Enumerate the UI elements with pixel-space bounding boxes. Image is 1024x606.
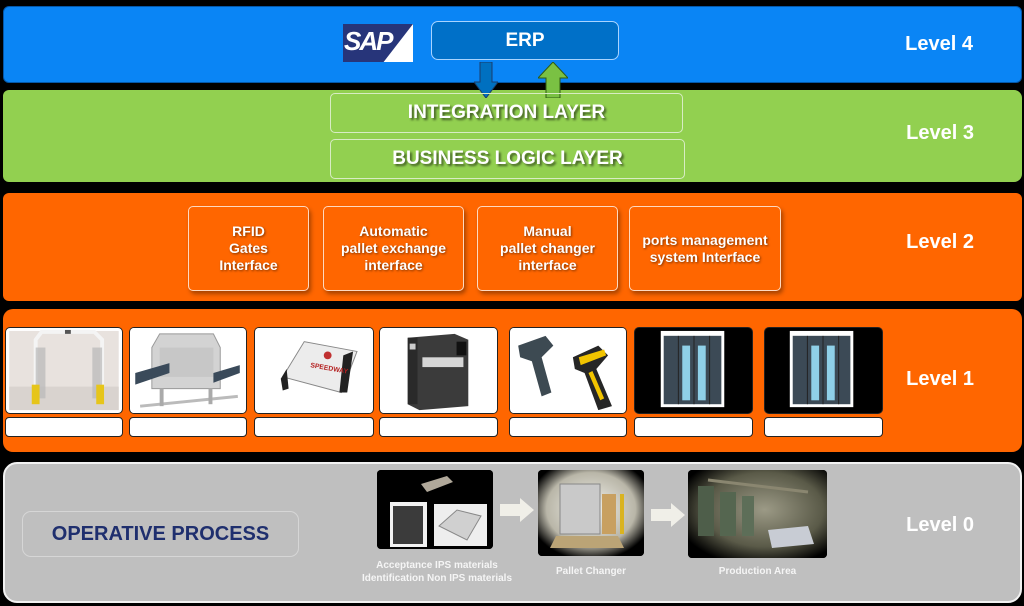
integration-layer-box[interactable]: INTEGRATION LAYER bbox=[330, 93, 683, 133]
rfid-reader-device[interactable]: SPEEDWAY bbox=[254, 327, 374, 414]
level-3-label: Level 3 bbox=[906, 122, 974, 144]
pallet-changer-caption: Pallet Changer bbox=[555, 566, 627, 577]
rfid-reader-icon: SPEEDWAY bbox=[255, 328, 373, 413]
process-arrow-icon bbox=[500, 498, 534, 522]
acceptance-devices-photo[interactable] bbox=[377, 470, 493, 549]
device-caption bbox=[764, 417, 883, 437]
plc-controller-icon bbox=[789, 330, 854, 408]
operative-process-box[interactable]: OPERATIVE PROCESS bbox=[22, 511, 299, 557]
plc-controller-icon bbox=[660, 330, 725, 408]
pallet-exchanger-device[interactable] bbox=[129, 327, 247, 414]
label-printer-icon bbox=[380, 328, 497, 413]
level-1-label: Level 1 bbox=[906, 368, 974, 390]
level-4-label: Level 4 bbox=[905, 33, 973, 55]
plc-controller-device[interactable] bbox=[764, 327, 883, 414]
barcode-scanners-device[interactable] bbox=[509, 327, 627, 414]
device-caption bbox=[509, 417, 627, 437]
level-2-label: Level 2 bbox=[906, 231, 974, 253]
device-caption bbox=[254, 417, 374, 437]
sap-logo: SAP bbox=[343, 24, 413, 62]
rfid-gates-interface-box[interactable]: RFID Gates Interface bbox=[188, 206, 309, 291]
device-caption bbox=[5, 417, 123, 437]
production-area-photo[interactable] bbox=[688, 470, 827, 558]
pallet-changer-photo[interactable] bbox=[538, 470, 644, 556]
pallet-exchanger-machine-icon bbox=[130, 328, 246, 413]
rfid-gate-icon bbox=[9, 329, 119, 411]
erp-box[interactable]: ERP bbox=[431, 21, 619, 60]
process-arrow-icon bbox=[651, 503, 685, 527]
device-caption bbox=[129, 417, 247, 437]
rfid-gate-device[interactable] bbox=[5, 327, 123, 414]
manual-pallet-changer-interface-box[interactable]: Manual pallet changer interface bbox=[477, 206, 618, 291]
level-0-label: Level 0 bbox=[906, 514, 974, 536]
barcode-scanners-icon bbox=[510, 328, 626, 413]
business-logic-layer-box[interactable]: BUSINESS LOGIC LAYER bbox=[330, 139, 685, 179]
automatic-pallet-exchange-interface-box[interactable]: Automatic pallet exchange interface bbox=[323, 206, 464, 291]
label-printer-device[interactable] bbox=[379, 327, 498, 414]
device-caption bbox=[634, 417, 753, 437]
ports-management-system-interface-box[interactable]: ports management system Interface bbox=[629, 206, 781, 291]
plc-controller-device[interactable] bbox=[634, 327, 753, 414]
acceptance-caption: Acceptance IPS materials Identification … bbox=[361, 560, 513, 584]
production-area-caption: Production Area bbox=[718, 566, 797, 577]
device-caption bbox=[379, 417, 498, 437]
